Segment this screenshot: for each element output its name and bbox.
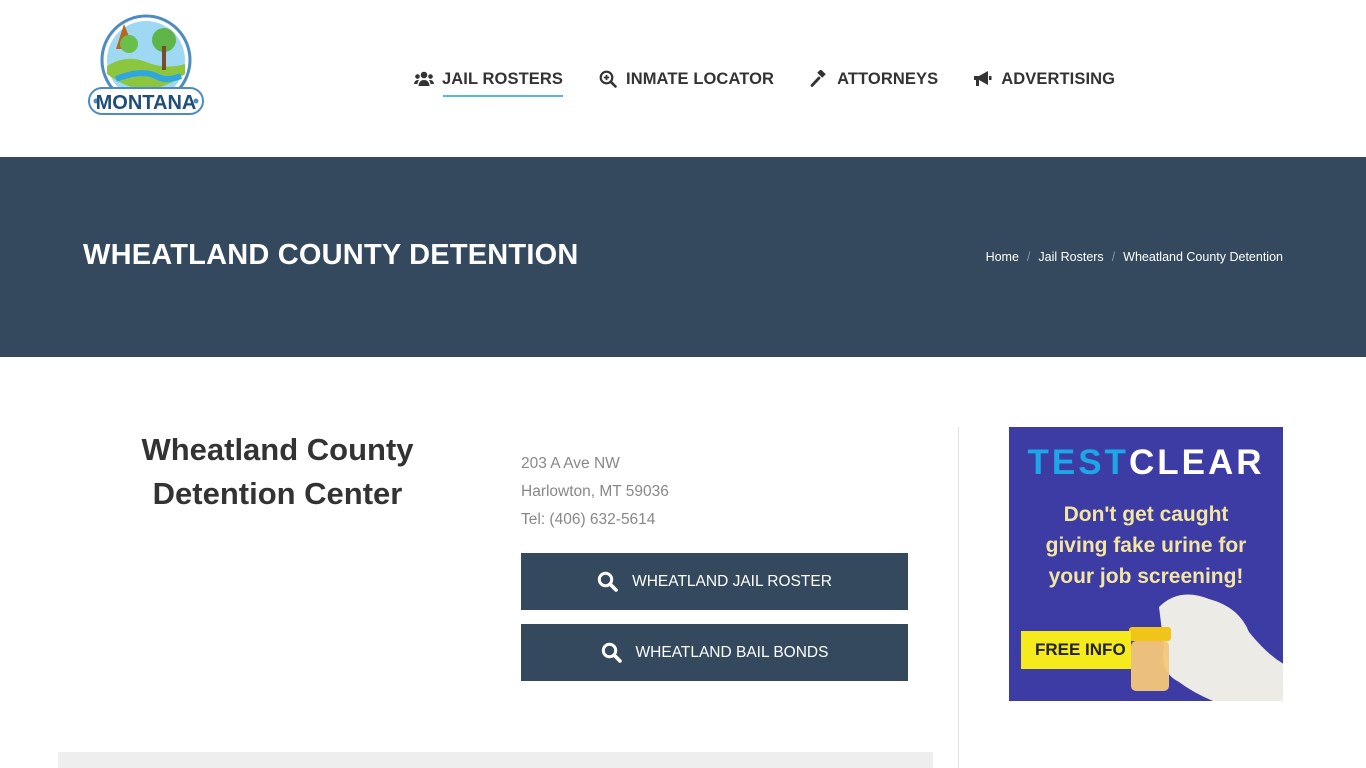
search-icon bbox=[597, 571, 618, 592]
sidebar-divider bbox=[958, 427, 959, 768]
nav-label: ADVERTISING bbox=[1001, 69, 1116, 88]
users-icon bbox=[414, 70, 434, 88]
gavel-icon bbox=[809, 70, 829, 88]
montana-logo[interactable]: MONTANA bbox=[86, 14, 206, 118]
button-label: WHEATLAND JAIL ROSTER bbox=[632, 572, 832, 590]
nav-attorneys[interactable]: ATTORNEYS bbox=[809, 66, 938, 92]
ad-free-info-button[interactable]: FREE INFO bbox=[1021, 631, 1131, 669]
nav-label: ATTORNEYS bbox=[837, 69, 939, 88]
content-panel bbox=[58, 752, 933, 768]
address-phone[interactable]: Tel: (406) 632-5614 bbox=[521, 506, 669, 534]
ad-headline: Don't get caught giving fake urine for y… bbox=[1045, 503, 1247, 588]
nav-inmate-locator[interactable]: INMATE LOCATOR bbox=[598, 66, 774, 92]
facility-address: 203 A Ave NW Harlowton, MT 59036 Tel: (4… bbox=[521, 450, 669, 534]
breadcrumb-home[interactable]: Home bbox=[986, 250, 1019, 264]
facility-name-line1: Wheatland County bbox=[141, 432, 414, 467]
bail-bonds-button[interactable]: WHEATLAND BAIL BONDS bbox=[521, 624, 908, 681]
facility-name: Wheatland County Detention Center bbox=[100, 428, 455, 516]
ad-brand-logo: TESTCLEAR bbox=[1027, 443, 1265, 482]
breadcrumb-separator: / bbox=[1111, 250, 1116, 264]
page-title-bar: WHEATLAND COUNTY DETENTION Home / Jail R… bbox=[0, 157, 1366, 357]
testclear-ad-banner[interactable]: TESTCLEAR Don't get caught giving fake u… bbox=[1009, 427, 1283, 701]
main-nav: JAIL ROSTERS INMATE LOCATOR ATTORNEYS AD… bbox=[414, 66, 1150, 97]
breadcrumb: Home / Jail Rosters / Wheatland County D… bbox=[986, 250, 1283, 264]
button-label: WHEATLAND BAIL BONDS bbox=[635, 643, 829, 661]
jail-roster-button[interactable]: WHEATLAND JAIL ROSTER bbox=[521, 553, 908, 610]
breadcrumb-current: Wheatland County Detention bbox=[1123, 250, 1283, 264]
site-header: MONTANA JAIL ROSTERS INMATE LOCATOR ATTO… bbox=[0, 0, 1366, 157]
gloved-hand-image bbox=[1129, 594, 1283, 701]
address-street: 203 A Ave NW bbox=[521, 455, 620, 472]
nav-jail-rosters[interactable]: JAIL ROSTERS bbox=[414, 66, 564, 97]
page-title: WHEATLAND COUNTY DETENTION bbox=[83, 239, 579, 271]
nav-label: INMATE LOCATOR bbox=[626, 69, 775, 88]
nav-label: JAIL ROSTERS bbox=[442, 69, 564, 88]
facility-name-line2: Detention Center bbox=[152, 476, 403, 511]
bullhorn-icon bbox=[973, 70, 993, 88]
address-city: Harlowton, MT 59036 bbox=[521, 483, 669, 500]
svg-text:MONTANA: MONTANA bbox=[96, 92, 197, 114]
search-plus-icon bbox=[598, 70, 618, 88]
nav-advertising[interactable]: ADVERTISING bbox=[973, 66, 1115, 92]
breadcrumb-jail-rosters[interactable]: Jail Rosters bbox=[1038, 250, 1103, 264]
search-icon bbox=[601, 642, 622, 663]
breadcrumb-separator: / bbox=[1026, 250, 1031, 264]
